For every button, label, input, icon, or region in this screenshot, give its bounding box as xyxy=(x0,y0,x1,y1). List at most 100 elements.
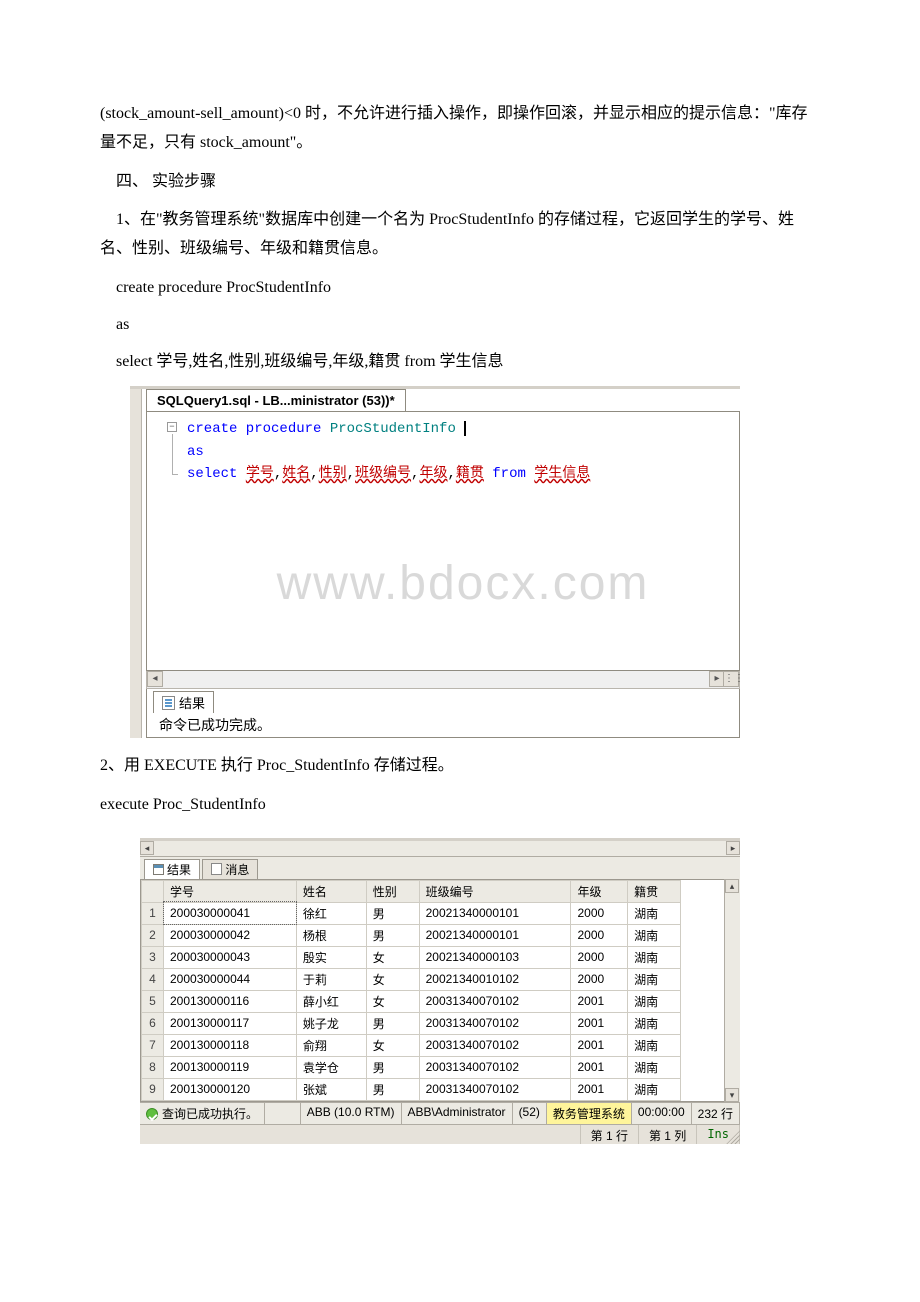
keyword-select: select xyxy=(187,466,237,482)
table-row[interactable]: 7200130000118俞翔女200313400701022001湖南 xyxy=(142,1034,681,1056)
table-row[interactable]: 2200030000042杨根男200213400001012000湖南 xyxy=(142,924,681,946)
outline-toggle-icon[interactable]: − xyxy=(167,422,177,432)
scroll-left-icon[interactable]: ◂ xyxy=(140,841,154,855)
col-header-name[interactable]: 姓名 xyxy=(296,880,366,902)
check-icon xyxy=(146,1108,158,1120)
cell-name[interactable]: 殷实 xyxy=(296,946,366,968)
cell-grade[interactable]: 2001 xyxy=(571,990,628,1012)
cell-grade[interactable]: 2001 xyxy=(571,1078,628,1100)
col-header-place[interactable]: 籍贯 xyxy=(628,880,681,902)
status-col: 第 1 列 xyxy=(639,1125,697,1144)
cell-name[interactable]: 徐红 xyxy=(296,902,366,924)
result-pane: 结果 命令已成功完成。 xyxy=(146,689,740,738)
cell-grade[interactable]: 2001 xyxy=(571,1056,628,1078)
cell-id[interactable]: 200130000117 xyxy=(164,1012,297,1034)
cell-name[interactable]: 姚子龙 xyxy=(296,1012,366,1034)
cell-class[interactable]: 20021340000103 xyxy=(419,946,571,968)
cell-place[interactable]: 湖南 xyxy=(628,1078,681,1100)
cell-class[interactable]: 20031340070102 xyxy=(419,1034,571,1056)
cell-id[interactable]: 200130000119 xyxy=(164,1056,297,1078)
table-row[interactable]: 1200030000041徐红男200213400001012000湖南 xyxy=(142,902,681,924)
col-header-class[interactable]: 班级编号 xyxy=(419,880,571,902)
table-row[interactable]: 5200130000116薛小红女200313400701022001湖南 xyxy=(142,990,681,1012)
code-as: as xyxy=(100,311,820,340)
cell-name[interactable]: 张斌 xyxy=(296,1078,366,1100)
col-header-id[interactable]: 学号 xyxy=(164,880,297,902)
scroll-up-icon[interactable]: ▴ xyxy=(725,879,739,893)
cell-grade[interactable]: 2000 xyxy=(571,902,628,924)
cell-class[interactable]: 20021340010102 xyxy=(419,968,571,990)
cell-id[interactable]: 200030000044 xyxy=(164,968,297,990)
cell-grade[interactable]: 2000 xyxy=(571,924,628,946)
table-row[interactable]: 8200130000119袁学仓男200313400701022001湖南 xyxy=(142,1056,681,1078)
cell-place[interactable]: 湖南 xyxy=(628,1034,681,1056)
cell-name[interactable]: 袁学仓 xyxy=(296,1056,366,1078)
table-row[interactable]: 3200030000043殷实女200213400001032000湖南 xyxy=(142,946,681,968)
grid-icon xyxy=(153,864,164,875)
scroll-down-icon[interactable]: ▾ xyxy=(725,1088,739,1102)
cell-class[interactable]: 20021340000101 xyxy=(419,924,571,946)
cell-sex[interactable]: 女 xyxy=(366,946,419,968)
row-number: 3 xyxy=(142,946,164,968)
cell-name[interactable]: 薛小红 xyxy=(296,990,366,1012)
cell-sex[interactable]: 女 xyxy=(366,968,419,990)
status-user: ABB\Administrator xyxy=(402,1103,513,1124)
cell-name[interactable]: 俞翔 xyxy=(296,1034,366,1056)
cell-name[interactable]: 于莉 xyxy=(296,968,366,990)
cell-class[interactable]: 20031340070102 xyxy=(419,990,571,1012)
cell-id[interactable]: 200130000118 xyxy=(164,1034,297,1056)
results-tab[interactable]: 结果 xyxy=(144,859,200,879)
result-tab[interactable]: 结果 xyxy=(153,691,214,713)
scroll-right-icon[interactable]: ▸ xyxy=(726,841,740,855)
cell-sex[interactable]: 男 xyxy=(366,1078,419,1100)
results-grid[interactable]: 学号 姓名 性别 班级编号 年级 籍贯 1200030000041徐红男2002… xyxy=(140,879,740,1102)
table-row[interactable]: 4200030000044于莉女200213400101022000湖南 xyxy=(142,968,681,990)
sql-editor-area[interactable]: − create procedure ProcStudentInfo as se… xyxy=(146,411,740,671)
table-row[interactable]: 9200130000120张斌男200313400701022001湖南 xyxy=(142,1078,681,1100)
cell-grade[interactable]: 2001 xyxy=(571,1012,628,1034)
resize-grip-icon[interactable] xyxy=(726,1130,740,1144)
cell-class[interactable]: 20021340000101 xyxy=(419,902,571,924)
cell-id[interactable]: 200030000043 xyxy=(164,946,297,968)
status-server: ABB (10.0 RTM) xyxy=(301,1103,402,1124)
scroll-left-icon[interactable]: ◂ xyxy=(147,671,163,687)
cell-sex[interactable]: 男 xyxy=(366,1056,419,1078)
grid-vscrollbar[interactable]: ▴ ▾ xyxy=(724,879,740,1102)
editor-tab[interactable]: SQLQuery1.sql - LB...ministrator (53))* xyxy=(146,389,406,411)
cell-grade[interactable]: 2000 xyxy=(571,968,628,990)
status-bar-query: 查询已成功执行。 ABB (10.0 RTM) ABB\Administrato… xyxy=(140,1102,740,1124)
col-header-grade[interactable]: 年级 xyxy=(571,880,628,902)
cell-id[interactable]: 200030000041 xyxy=(164,902,297,924)
cell-place[interactable]: 湖南 xyxy=(628,902,681,924)
cell-place[interactable]: 湖南 xyxy=(628,1056,681,1078)
cell-id[interactable]: 200130000116 xyxy=(164,990,297,1012)
cell-name[interactable]: 杨根 xyxy=(296,924,366,946)
cell-grade[interactable]: 2000 xyxy=(571,946,628,968)
cell-sex[interactable]: 女 xyxy=(366,990,419,1012)
cell-id[interactable]: 200030000042 xyxy=(164,924,297,946)
cell-place[interactable]: 湖南 xyxy=(628,990,681,1012)
cell-place[interactable]: 湖南 xyxy=(628,1012,681,1034)
status-database: 教务管理系统 xyxy=(547,1103,632,1124)
scroll-handle-icon[interactable]: ⋮⋮ xyxy=(723,671,739,687)
table-row[interactable]: 6200130000117姚子龙男200313400701022001湖南 xyxy=(142,1012,681,1034)
cell-place[interactable]: 湖南 xyxy=(628,924,681,946)
status-spacer xyxy=(265,1103,301,1124)
cell-sex[interactable]: 男 xyxy=(366,902,419,924)
cell-place[interactable]: 湖南 xyxy=(628,968,681,990)
cell-class[interactable]: 20031340070102 xyxy=(419,1078,571,1100)
cell-class[interactable]: 20031340070102 xyxy=(419,1012,571,1034)
col-xingbie: 性别 xyxy=(319,466,347,482)
cell-place[interactable]: 湖南 xyxy=(628,946,681,968)
cell-grade[interactable]: 2001 xyxy=(571,1034,628,1056)
paragraph-step1: 1、在"教务管理系统"数据库中创建一个名为 ProcStudentInfo 的存… xyxy=(100,206,820,264)
cell-id[interactable]: 200130000120 xyxy=(164,1078,297,1100)
cell-sex[interactable]: 男 xyxy=(366,924,419,946)
messages-tab[interactable]: 消息 xyxy=(202,859,258,879)
col-header-sex[interactable]: 性别 xyxy=(366,880,419,902)
cell-class[interactable]: 20031340070102 xyxy=(419,1056,571,1078)
cell-sex[interactable]: 男 xyxy=(366,1012,419,1034)
top-scrollbar[interactable]: ◂ ▸ xyxy=(140,841,740,857)
cell-sex[interactable]: 女 xyxy=(366,1034,419,1056)
editor-hscrollbar[interactable]: ◂ ▸ ⋮⋮ xyxy=(146,671,740,689)
